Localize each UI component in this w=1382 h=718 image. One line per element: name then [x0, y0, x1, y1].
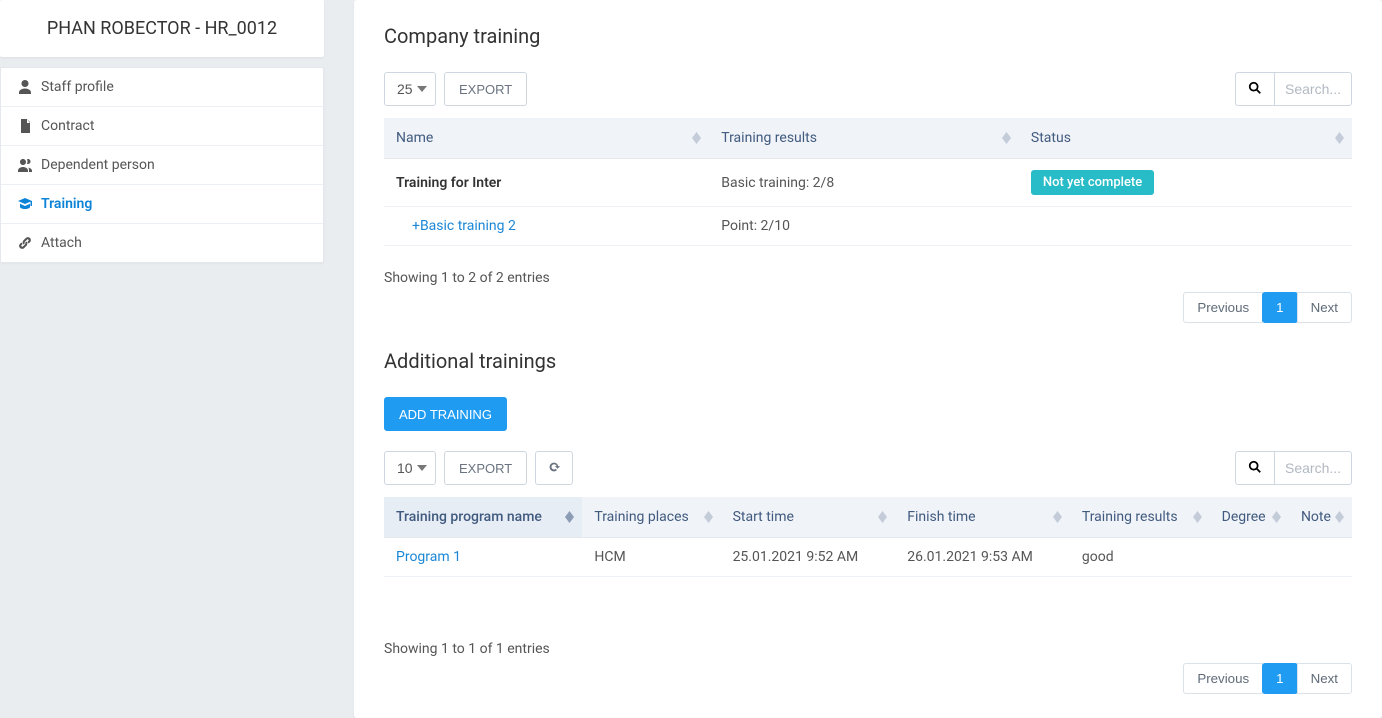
company-col-training-results[interactable]: Training results — [709, 118, 1019, 159]
link-icon — [17, 235, 33, 251]
search-icon — [1248, 460, 1262, 477]
additional-col-finish-time[interactable]: Finish time — [895, 497, 1070, 538]
sidebar-item-label: Staff profile — [41, 79, 114, 95]
additional-trainings-title: Additional trainings — [384, 349, 1352, 373]
grad-icon — [17, 196, 33, 212]
sidebar-item-attach[interactable]: Attach — [1, 224, 323, 262]
additional-page-1[interactable]: 1 — [1262, 663, 1297, 694]
file-icon — [17, 118, 33, 134]
company-entries-info: Showing 1 to 2 of 2 entries — [384, 270, 550, 286]
sidebar-item-label: Training — [41, 196, 92, 212]
sidebar-nav: Staff profile Contract Dependent person Tra… — [0, 67, 324, 263]
additional-col-training-places[interactable]: Training places — [582, 497, 720, 538]
additional-col-training-program-name[interactable]: Training program name — [384, 497, 582, 538]
status-badge: Not yet complete — [1031, 170, 1154, 195]
additional-col-start-time[interactable]: Start time — [721, 497, 896, 538]
table-row: Training for InterBasic training: 2/8Not… — [384, 159, 1352, 207]
sidebar-item-training[interactable]: Training — [1, 185, 323, 224]
additional-pagination: Previous 1 Next — [384, 663, 1352, 694]
company-search-input[interactable] — [1274, 72, 1352, 106]
company-training-title: Company training — [384, 24, 1352, 48]
additional-trainings-table: Training program name Training places St… — [384, 497, 1352, 577]
additional-prev-button[interactable]: Previous — [1183, 663, 1263, 694]
company-col-name[interactable]: Name — [384, 118, 709, 159]
table-row: Program 1HCM25.01.2021 9:52 AM26.01.2021… — [384, 538, 1352, 577]
users-icon — [17, 157, 33, 173]
search-icon — [1248, 81, 1262, 98]
additional-search-button[interactable] — [1235, 451, 1274, 485]
sidebar-item-label: Dependent person — [41, 157, 155, 173]
add-training-button[interactable]: ADD TRAINING — [384, 397, 507, 431]
company-col-status[interactable]: Status — [1019, 118, 1352, 159]
additional-col-training-results[interactable]: Training results — [1070, 497, 1210, 538]
additional-col-degree[interactable]: Degree — [1210, 497, 1289, 538]
user-icon — [17, 79, 33, 95]
sidebar-item-staff-profile[interactable]: Staff profile — [1, 68, 323, 107]
sidebar-item-label: Attach — [41, 235, 82, 251]
table-row: +Basic training 2Point: 2/10 — [384, 207, 1352, 246]
company-export-button[interactable]: EXPORT — [444, 72, 527, 106]
additional-entries-info: Showing 1 to 1 of 1 entries — [384, 641, 550, 657]
program-link[interactable]: Program 1 — [396, 549, 461, 565]
sidebar-item-dependent-person[interactable]: Dependent person — [1, 146, 323, 185]
refresh-icon — [547, 462, 561, 477]
additional-pagesize-select[interactable]: 10 — [384, 451, 436, 485]
sidebar-item-label: Contract — [41, 118, 94, 134]
additional-col-note[interactable]: Note — [1289, 497, 1352, 538]
company-page-1[interactable]: 1 — [1262, 292, 1297, 323]
additional-export-button[interactable]: EXPORT — [444, 451, 527, 485]
company-search-button[interactable] — [1235, 72, 1274, 106]
sidebar-title: PHAN ROBECTOR - HR_0012 — [0, 0, 324, 57]
company-pagesize-select[interactable]: 25 — [384, 72, 436, 106]
sidebar-item-contract[interactable]: Contract — [1, 107, 323, 146]
company-pagination: Previous 1 Next — [384, 292, 1352, 323]
additional-search-input[interactable] — [1274, 451, 1352, 485]
additional-next-button[interactable]: Next — [1297, 663, 1352, 694]
training-link[interactable]: +Basic training 2 — [412, 218, 516, 234]
company-next-button[interactable]: Next — [1297, 292, 1352, 323]
additional-refresh-button[interactable] — [535, 451, 573, 485]
company-training-table: Name Training results Status Training fo… — [384, 118, 1352, 246]
company-prev-button[interactable]: Previous — [1183, 292, 1263, 323]
